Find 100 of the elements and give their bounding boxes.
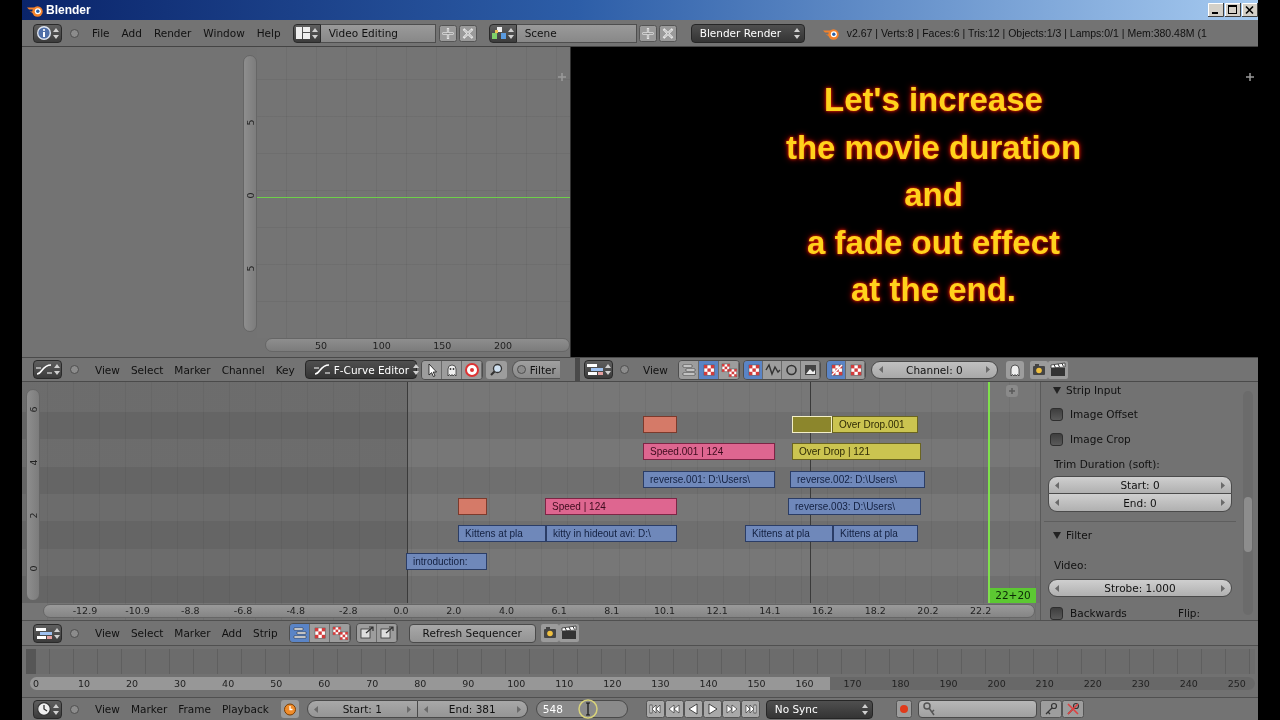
- menu-item[interactable]: Marker: [130, 703, 168, 715]
- key-delete-icon[interactable]: [1061, 700, 1084, 718]
- movie-strip[interactable]: reverse.001: D:\Users\: [643, 470, 775, 488]
- target-icon[interactable]: [461, 360, 482, 379]
- editor-type-button[interactable]: [33, 23, 62, 43]
- menu-item[interactable]: View: [95, 703, 120, 715]
- stopwatch-icon[interactable]: [280, 700, 299, 718]
- waveform-icon[interactable]: [762, 360, 782, 379]
- menu-item[interactable]: Select: [130, 627, 164, 639]
- time-ruler[interactable]: -12.9 -10.9 -8.8 -6.8 -4.8 -2.8 0.0 2.0 4.0 6.1 8.1 10.1 12.1 14.1 16.2 18.2 20.2 22.2: [43, 603, 1035, 618]
- checker-icon[interactable]: [309, 624, 330, 642]
- checkbox[interactable]: [1050, 407, 1063, 421]
- movie-strip[interactable]: reverse.002: D:\Users\: [790, 470, 925, 488]
- dot-icon[interactable]: [70, 365, 79, 374]
- scene-button[interactable]: [488, 23, 517, 43]
- movie-strip[interactable]: Kittens at pla: [458, 525, 546, 543]
- arrow-box-icon[interactable]: [376, 624, 397, 642]
- search-icon[interactable]: [485, 360, 507, 379]
- end-frame-field[interactable]: End: 381: [417, 700, 528, 718]
- screen-layout-field[interactable]: Video Editing: [320, 23, 436, 43]
- menu-item[interactable]: Add: [221, 627, 242, 639]
- close-icon[interactable]: [1242, 3, 1258, 17]
- menu-item[interactable]: Frame: [178, 703, 211, 715]
- refresh-sequencer-button[interactable]: Refresh Sequencer: [408, 623, 536, 643]
- menu-item[interactable]: View: [95, 363, 120, 376]
- play-reverse-icon[interactable]: [683, 700, 703, 718]
- timeline-track[interactable]: [26, 649, 1255, 674]
- movie-strip[interactable]: Kittens at pla: [745, 525, 833, 543]
- editor-type-button[interactable]: [584, 360, 613, 379]
- clapperboard-icon[interactable]: [558, 624, 579, 642]
- effect-strip[interactable]: [643, 416, 677, 433]
- menu-item[interactable]: Marker: [174, 363, 211, 376]
- menu-item[interactable]: Add: [121, 27, 142, 39]
- key-icon[interactable]: [1039, 700, 1062, 718]
- camera-icon[interactable]: [540, 624, 559, 642]
- checker-icon[interactable]: [743, 360, 763, 379]
- dot-icon[interactable]: [70, 28, 79, 38]
- maximize-icon[interactable]: [1225, 3, 1241, 17]
- dot-icon[interactable]: [70, 704, 79, 714]
- menu-item[interactable]: Help: [256, 27, 281, 39]
- scrollbar-thumb[interactable]: [1244, 497, 1252, 552]
- scrollbar-track[interactable]: [1243, 391, 1253, 615]
- menu-item[interactable]: Strip: [252, 627, 278, 639]
- effect-strip[interactable]: [458, 498, 487, 515]
- add-icon[interactable]: [638, 24, 657, 42]
- movie-strip[interactable]: kitty in hideout avi: D:\: [546, 525, 677, 543]
- ghost-icon[interactable]: [1005, 360, 1024, 379]
- ring-icon[interactable]: [781, 360, 801, 379]
- vertical-scrollbar[interactable]: 5 0 5: [243, 55, 257, 332]
- previous-keyframe-icon[interactable]: [664, 700, 684, 718]
- arrow-box-icon[interactable]: [356, 624, 377, 642]
- dot-icon[interactable]: [70, 628, 79, 638]
- triangle-down-icon[interactable]: [1053, 386, 1061, 394]
- color-strip[interactable]: [792, 416, 832, 433]
- menu-item[interactable]: Playback: [221, 703, 269, 715]
- current-frame-field[interactable]: 548: [535, 700, 628, 718]
- menu-item[interactable]: Select: [130, 363, 164, 376]
- menu-item[interactable]: View: [95, 627, 120, 639]
- checker-icon[interactable]: [698, 360, 719, 379]
- scene-field[interactable]: Scene: [516, 23, 637, 43]
- keying-set-field[interactable]: [917, 700, 1037, 718]
- menu-item[interactable]: File: [92, 27, 110, 39]
- editor-type-button[interactable]: [33, 623, 62, 643]
- render-engine-dropdown[interactable]: Blender Render: [690, 23, 805, 43]
- speed-strip[interactable]: Speed.001 | 124: [643, 443, 775, 461]
- start-frame-field[interactable]: Start: 1: [306, 700, 418, 718]
- striped-checker-icon[interactable]: [826, 360, 846, 379]
- timeline-ruler[interactable]: 0 10 20 30 40 50 60 70 80 90 100 110 120 130 140 150 160 170 180 190 200 210 220 230 240 250: [30, 677, 1255, 690]
- over-drop-strip[interactable]: Over Drop | 121: [792, 443, 921, 461]
- menu-item[interactable]: Channel: [221, 363, 265, 376]
- movie-strip[interactable]: introduction:: [406, 552, 487, 570]
- number-field[interactable]: End: 0: [1048, 494, 1232, 512]
- lines-icon[interactable]: [678, 360, 699, 379]
- minimize-icon[interactable]: [1208, 3, 1224, 17]
- plus-icon[interactable]: [1246, 73, 1254, 81]
- add-icon[interactable]: [438, 24, 457, 42]
- speed-strip[interactable]: Speed | 124: [545, 498, 677, 515]
- menu-item[interactable]: View: [643, 363, 668, 376]
- editor-type-button[interactable]: [33, 699, 62, 719]
- over-drop-strip[interactable]: Over Drop.001: [832, 416, 918, 433]
- checker-icon[interactable]: [845, 360, 865, 379]
- channel-ruler[interactable]: 6 4 2 0: [26, 389, 40, 601]
- screen-layout-button[interactable]: [292, 23, 321, 43]
- menu-item[interactable]: Marker: [174, 627, 211, 639]
- pointer-icon[interactable]: [421, 360, 442, 379]
- number-field[interactable]: Strobe: 1.000: [1048, 579, 1232, 597]
- menu-item[interactable]: Window: [203, 27, 245, 39]
- movie-strip[interactable]: Kittens at pla: [833, 525, 918, 543]
- ghost-icon[interactable]: [441, 360, 462, 379]
- clapperboard-icon[interactable]: [1047, 360, 1068, 379]
- record-icon[interactable]: [895, 700, 912, 718]
- lines-icon[interactable]: [289, 624, 310, 642]
- image-icon[interactable]: [800, 360, 820, 379]
- menu-item[interactable]: Render: [153, 27, 192, 39]
- section-title[interactable]: Strip Input: [1066, 384, 1122, 396]
- play-icon[interactable]: [702, 700, 722, 718]
- section-title[interactable]: Filter: [1066, 529, 1092, 541]
- number-field[interactable]: Start: 0: [1048, 476, 1232, 494]
- jump-to-start-icon[interactable]: [645, 700, 665, 718]
- menu-item[interactable]: Key: [275, 363, 295, 376]
